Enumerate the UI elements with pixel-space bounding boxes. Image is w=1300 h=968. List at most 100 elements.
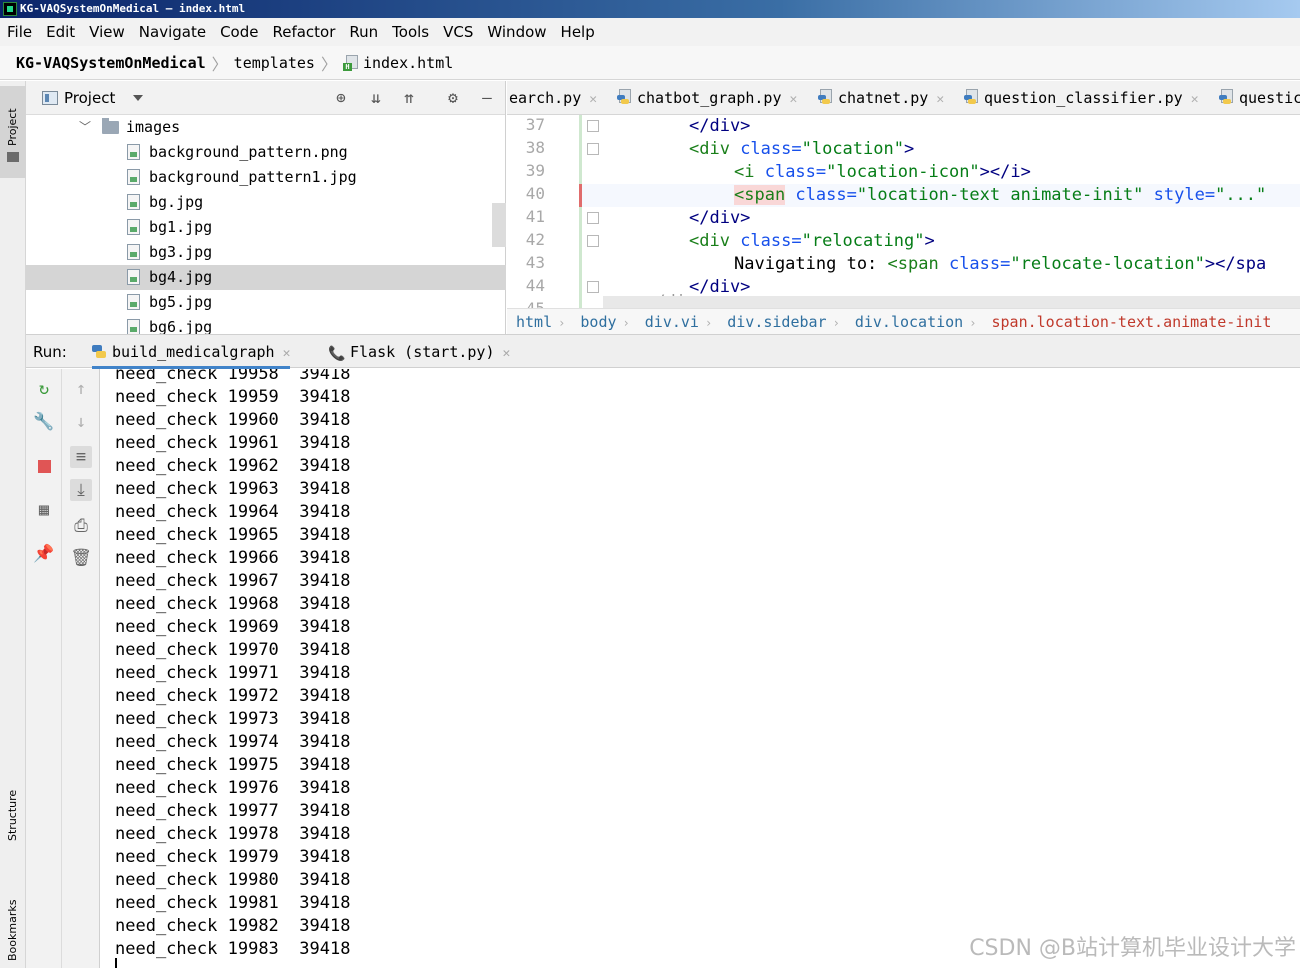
breadcrumb-item[interactable]: div.location bbox=[855, 313, 963, 331]
tree-file[interactable]: bg1.jpg bbox=[26, 215, 506, 240]
stop-icon[interactable] bbox=[33, 455, 55, 477]
breadcrumb-item[interactable]: html bbox=[516, 313, 552, 331]
console-line: need_check 19973 39418 bbox=[115, 709, 351, 729]
tree-file-label: bg3.jpg bbox=[149, 243, 213, 261]
fold-marker-icon[interactable] bbox=[587, 281, 599, 293]
run-tab-build-medicalgraph[interactable]: build_medicalgraph ✕ bbox=[92, 335, 291, 369]
tree-file-label: bg4.jpg bbox=[149, 268, 213, 286]
flask-icon: 📞 bbox=[328, 346, 346, 362]
editor-tab[interactable]: earch.py ✕ bbox=[509, 81, 597, 114]
line-number: 41 bbox=[525, 207, 545, 226]
breadcrumb-item-current[interactable]: span.location-text.animate-init bbox=[991, 313, 1271, 331]
fold-marker-icon[interactable] bbox=[587, 143, 599, 155]
tree-folder-images[interactable]: ﹀ images bbox=[26, 115, 506, 140]
console-line: need_check 19975 39418 bbox=[115, 755, 351, 775]
fold-marker-icon[interactable] bbox=[587, 235, 599, 247]
breadcrumb-item[interactable]: div.sidebar bbox=[727, 313, 826, 331]
python-file-icon bbox=[964, 89, 980, 105]
editor-tab[interactable]: questic bbox=[1219, 81, 1300, 114]
tree-file[interactable]: bg5.jpg bbox=[26, 290, 506, 315]
tree-file-label: bg.jpg bbox=[149, 193, 204, 211]
fold-marker-icon[interactable] bbox=[587, 120, 599, 132]
pin-icon[interactable]: 📌 bbox=[33, 543, 55, 565]
bookmarks-tool-tab[interactable]: Bookmarks bbox=[0, 881, 26, 968]
expand-all-icon[interactable]: ⇊ bbox=[366, 88, 386, 108]
breadcrumb-item[interactable]: body bbox=[580, 313, 616, 331]
close-icon[interactable]: ✕ bbox=[503, 346, 511, 361]
run-tool-header: Run: build_medicalgraph ✕ 📞 Flask (start.p… bbox=[26, 334, 1300, 369]
menu-code[interactable]: Code bbox=[213, 23, 265, 41]
structure-tool-tab[interactable]: Structure bbox=[0, 771, 26, 863]
arrow-up-icon[interactable]: ↑ bbox=[70, 378, 92, 400]
rerun-icon[interactable]: ↻ bbox=[33, 378, 55, 400]
tree-file[interactable]: background_pattern.png bbox=[26, 140, 506, 165]
menu-help[interactable]: Help bbox=[554, 23, 602, 41]
close-icon[interactable]: ✕ bbox=[1191, 92, 1199, 107]
python-file-icon bbox=[818, 89, 834, 105]
chevron-down-icon[interactable] bbox=[133, 94, 144, 101]
collapse-all-icon[interactable]: ⇈ bbox=[399, 88, 419, 108]
nav-separator: 〉 bbox=[211, 54, 228, 74]
python-file-icon bbox=[617, 89, 633, 105]
menu-file[interactable]: File bbox=[0, 23, 39, 41]
run-toolbar-primary: ↻ 🔧 ▦ 📌 bbox=[26, 369, 62, 968]
breadcrumb-item[interactable]: div.vi bbox=[645, 313, 699, 331]
menu-tools[interactable]: Tools bbox=[385, 23, 436, 41]
folder-icon bbox=[7, 152, 19, 162]
tree-file[interactable]: bg3.jpg bbox=[26, 240, 506, 265]
run-tab-flask[interactable]: 📞 Flask (start.py) ✕ bbox=[328, 335, 510, 369]
menu-view[interactable]: View bbox=[82, 23, 132, 41]
close-icon[interactable]: ✕ bbox=[790, 92, 798, 107]
folder-icon bbox=[102, 118, 119, 134]
console-line: need_check 19958 39418 bbox=[115, 369, 351, 384]
run-toolbar-secondary: ↑ ↓ ≡ ⤓ ⎙ 🗑 bbox=[62, 369, 100, 968]
code-line: Navigating to: <span class="relocate-loc… bbox=[734, 254, 1267, 274]
chevron-down-icon[interactable]: ﹀ bbox=[79, 115, 91, 140]
menu-run[interactable]: Run bbox=[342, 23, 385, 41]
line-number: 43 bbox=[525, 253, 545, 272]
close-icon[interactable]: ✕ bbox=[589, 92, 597, 107]
print-icon[interactable]: ⎙ bbox=[70, 515, 92, 537]
close-icon[interactable]: ✕ bbox=[283, 346, 291, 361]
code-line: <div class="location"> bbox=[689, 139, 915, 159]
minimize-icon[interactable]: — bbox=[477, 88, 497, 108]
fold-marker-icon[interactable] bbox=[587, 212, 599, 224]
nav-project[interactable]: KG-VAQSystemOnMedical bbox=[16, 54, 206, 72]
menu-navigate[interactable]: Navigate bbox=[132, 23, 213, 41]
project-tool-tab[interactable]: Project bbox=[0, 86, 26, 178]
editor-tab[interactable]: question_classifier.py ✕ bbox=[964, 81, 1199, 114]
menu-refactor[interactable]: Refactor bbox=[265, 23, 342, 41]
chevron-right-icon: › bbox=[622, 316, 630, 330]
project-panel-title[interactable]: Project bbox=[64, 89, 115, 107]
code-line: </div> bbox=[689, 116, 751, 136]
menu-window[interactable]: Window bbox=[480, 23, 553, 41]
layout-icon[interactable]: ▦ bbox=[33, 499, 55, 521]
wrench-icon[interactable]: 🔧 bbox=[33, 411, 55, 433]
console-line: need_check 19962 39418 bbox=[115, 456, 351, 476]
arrow-down-icon[interactable]: ↓ bbox=[70, 411, 92, 433]
tree-file-label: bg1.jpg bbox=[149, 218, 213, 236]
gear-icon[interactable]: ⚙ bbox=[443, 88, 463, 108]
soft-wrap-icon[interactable]: ≡ bbox=[70, 446, 92, 468]
trash-icon[interactable]: 🗑 bbox=[70, 547, 92, 569]
nav-folder[interactable]: templates bbox=[234, 54, 315, 72]
editor-tab[interactable]: chatbot_graph.py ✕ bbox=[617, 81, 798, 114]
scroll-to-end-icon[interactable]: ⤓ bbox=[70, 479, 92, 501]
menu-edit[interactable]: Edit bbox=[39, 23, 82, 41]
nav-file[interactable]: index.html bbox=[363, 54, 453, 72]
code-editor[interactable]: 37 38 39 40 41 42 43 44 45 </div> <div c… bbox=[507, 115, 1300, 308]
chevron-right-icon: › bbox=[969, 316, 977, 330]
close-icon[interactable]: ✕ bbox=[936, 92, 944, 107]
menu-vcs[interactable]: VCS bbox=[436, 23, 480, 41]
code-line: </div> bbox=[689, 208, 751, 228]
project-tree-scrollbar[interactable] bbox=[492, 203, 506, 247]
editor-horizontal-scrollbar[interactable] bbox=[603, 296, 1300, 308]
tree-file[interactable]: bg6.jpg bbox=[26, 315, 506, 334]
tree-file[interactable]: background_pattern1.jpg bbox=[26, 165, 506, 190]
tree-file-selected[interactable]: bg4.jpg bbox=[26, 265, 506, 290]
editor-tab[interactable]: chatnet.py ✕ bbox=[818, 81, 944, 114]
left-tool-strip: Project Structure Bookmarks bbox=[0, 81, 26, 968]
tree-file[interactable]: bg.jpg bbox=[26, 190, 506, 215]
run-console-output[interactable]: need_check 19958 39418 need_check 19959 … bbox=[100, 369, 1300, 968]
locate-file-icon[interactable]: ⊕ bbox=[331, 88, 351, 108]
